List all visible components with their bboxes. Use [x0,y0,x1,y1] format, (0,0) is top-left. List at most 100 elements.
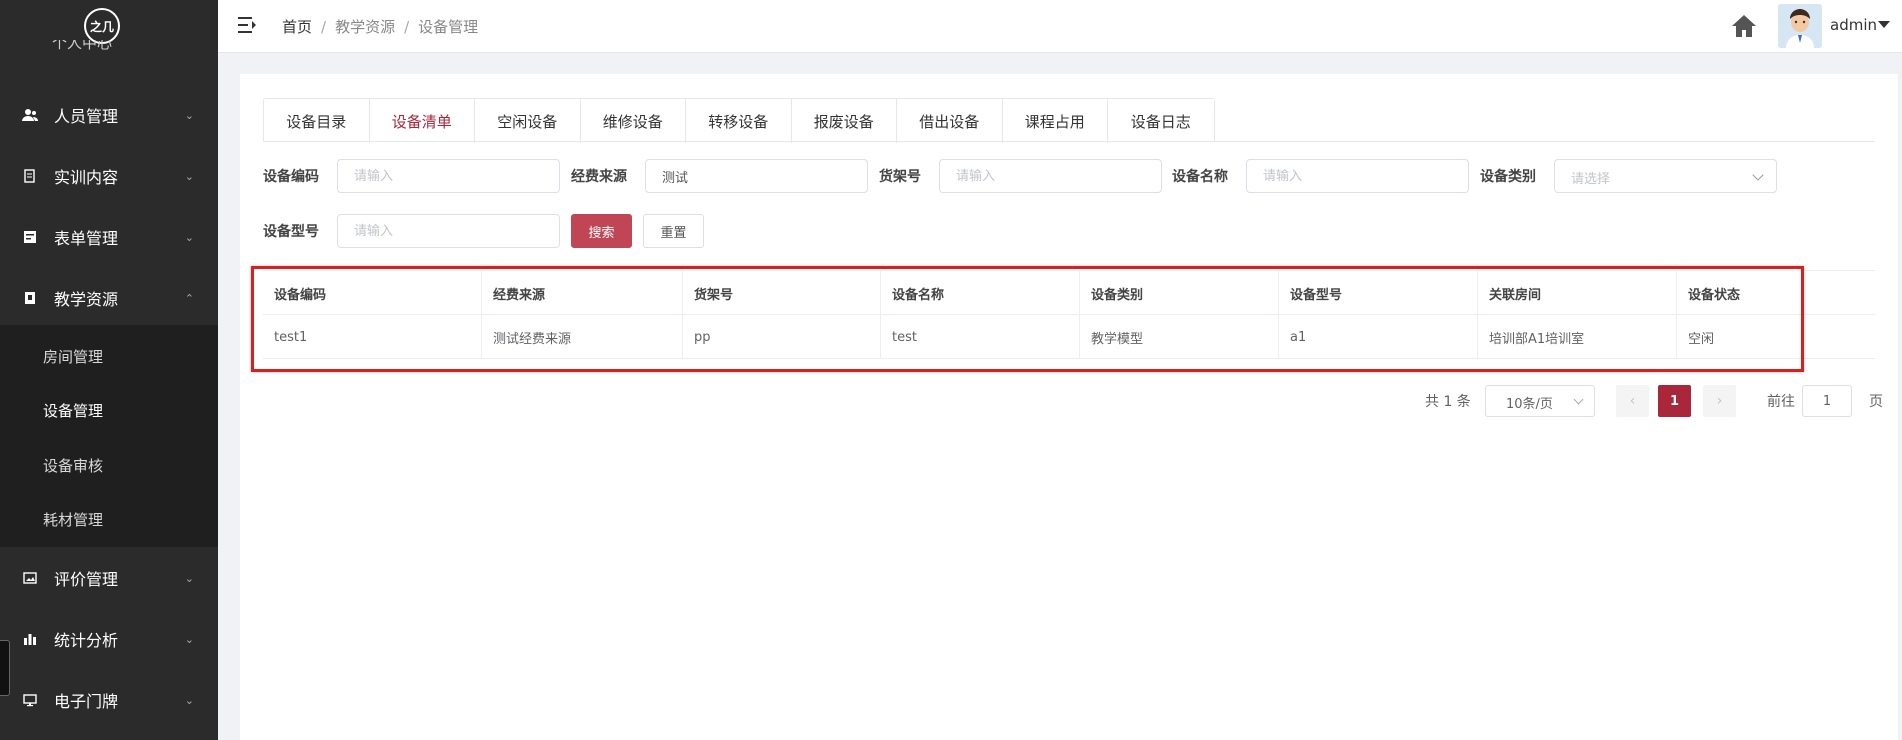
table-cell: 空闲 [1688,331,1715,347]
table-cell: pp [683,315,881,359]
pagination-goto-input[interactable] [1802,385,1852,417]
submenu-item-equipment[interactable]: 设备管理 [0,383,218,437]
clipboard-icon [22,168,38,184]
table-header-cell: 设备编码 [263,271,482,315]
pagination-goto-suffix: 页 [1869,394,1883,410]
sidebar-item-evaluation[interactable]: 评价管理 ⌄ [0,548,218,608]
breadcrumb-separator: / [404,18,410,36]
equipment-tabs: 设备目录 设备清单 空闲设备 维修设备 转移设备 报废设备 借出设备 课程占用 … [263,98,1215,143]
filter-shelf-input[interactable] [939,159,1162,193]
filter-name-input[interactable] [1246,159,1469,193]
filter-model-input[interactable] [337,214,560,248]
monitor-icon [22,692,38,708]
pagination-page-size-select[interactable]: 10条/页 [1485,385,1595,417]
tab-course-occupation[interactable]: 课程占用 [1002,99,1108,143]
image-icon [22,570,38,586]
users-icon [22,107,38,123]
tab-equipment-log[interactable]: 设备日志 [1108,99,1214,143]
breadcrumb-home[interactable]: 首页 [282,18,312,36]
tab-lent-equipment[interactable]: 借出设备 [897,99,1003,143]
pagination-total: 共 1 条 [1425,394,1471,410]
filter-category-select[interactable]: 请选择 [1554,159,1777,193]
tab-repair-equipment[interactable]: 维修设备 [580,99,686,143]
tab-equipment-list[interactable]: 设备清单 [369,99,475,143]
sidebar-item-label: 个人中心 [52,40,113,52]
submenu-item-consumables[interactable]: 耗材管理 [0,492,218,546]
table-cell: 培训部A1培训室 [1478,315,1677,359]
floating-edge-widget[interactable] [0,640,10,696]
chevron-down-icon: ⌄ [184,169,194,183]
page-size-value: 10条/页 [1506,397,1553,412]
filter-code-input[interactable] [337,159,560,193]
tab-equipment-catalog[interactable]: 设备目录 [264,99,370,143]
submenu-item-rooms[interactable]: 房间管理 [0,329,218,383]
top-header: 首页 / 教学资源 / 设备管理 admin [218,0,1902,53]
tabs-divider [263,141,1875,142]
table-cell: a1 [1279,315,1478,359]
sidebar-item-training[interactable]: 实训内容 ⌄ [0,146,218,206]
table-row[interactable]: test1 测试经费来源 pp test 教学模型 a1 培训部A1培训室 空闲 [263,315,1875,359]
sidebar-item-e-doorplate[interactable]: 电子门牌 ⌄ [0,670,218,730]
sidebar-item-label: 统计分析 [54,631,119,650]
filter-fund-input[interactable] [645,159,868,193]
reset-button[interactable]: 重置 [643,214,704,248]
chevron-down-icon: ⌄ [184,108,194,122]
table-header-cell: 关联房间 [1478,271,1677,315]
table-header-cell: 设备类别 [1080,271,1279,315]
sidebar-item-label: 实训内容 [54,168,119,187]
filter-name-label: 设备名称 [1172,169,1228,185]
filter-shelf-label: 货架号 [879,169,921,185]
chevron-down-icon [1752,169,1764,181]
pagination-page-1[interactable]: 1 [1658,385,1691,417]
filter-code-label: 设备编码 [263,169,319,185]
filter-category-label: 设备类别 [1480,169,1536,185]
home-icon[interactable] [1730,12,1758,40]
search-button[interactable]: 搜索 [571,214,632,248]
breadcrumb-teaching-resources[interactable]: 教学资源 [335,18,395,36]
sidebar-item-label: 表单管理 [54,229,119,248]
table-cell: 教学模型 [1080,315,1279,359]
app-logo: 之几 [84,8,120,44]
table-header-cell: 经费来源 [482,271,683,315]
equipment-table: 设备编码 经费来源 货架号 设备名称 设备类别 设备型号 关联房间 设备状态 t… [263,270,1875,359]
table-cell: test1 [263,315,482,359]
menu-toggle-icon[interactable] [238,17,256,33]
sidebar-item-profile-partial[interactable]: 个人中心 [22,40,112,54]
breadcrumb-separator: / [321,18,327,36]
table-cell: 测试经费来源 [482,315,683,359]
caret-down-icon[interactable] [1878,21,1890,28]
tab-idle-equipment[interactable]: 空闲设备 [475,99,581,143]
sidebar: 之几 个人中心 人员管理 ⌄ 实训内容 ⌄ 表单管理 ⌄ 教学资源 ⌃ 房间管理… [0,0,218,740]
filter-model-label: 设备型号 [263,224,319,240]
sidebar-item-label: 评价管理 [54,570,119,589]
pagination-next-button[interactable]: › [1703,385,1736,417]
form-icon [22,229,38,245]
table-header-cell: 货架号 [683,271,881,315]
teaching-resources-submenu: 房间管理 设备管理 设备审核 耗材管理 [0,325,218,547]
chevron-down-icon: ⌄ [184,571,194,585]
sidebar-item-statistics[interactable]: 统计分析 ⌄ [0,609,218,669]
filter-category-placeholder: 请选择 [1571,172,1611,187]
chevron-down-icon: ⌄ [184,230,194,244]
chevron-up-icon: ⌃ [184,291,194,305]
sidebar-item-forms[interactable]: 表单管理 ⌄ [0,207,218,267]
table-cell: test [881,315,1080,359]
chevron-down-icon: ⌄ [184,693,194,707]
breadcrumb-current: 设备管理 [418,18,479,36]
pagination-goto-label: 前往 [1767,394,1795,410]
table-header-cell: 设备名称 [881,271,1080,315]
sidebar-item-users[interactable]: 人员管理 ⌄ [0,85,218,145]
chevron-down-icon: ⌄ [184,632,194,646]
table-header-cell: 设备型号 [1279,271,1478,315]
main-content-card: 设备目录 设备清单 空闲设备 维修设备 转移设备 报废设备 借出设备 课程占用 … [240,74,1898,740]
username[interactable]: admin [1830,16,1877,34]
sidebar-item-label: 教学资源 [54,290,119,309]
tab-transfer-equipment[interactable]: 转移设备 [686,99,792,143]
submenu-item-equipment-review[interactable]: 设备审核 [0,438,218,492]
pagination-prev-button[interactable]: ‹ [1616,385,1649,417]
table-header-cell: 设备状态 [1688,287,1741,303]
avatar[interactable] [1778,4,1822,48]
filter-fund-label: 经费来源 [571,169,627,185]
sidebar-item-teaching-resources[interactable]: 教学资源 ⌃ [0,268,218,328]
tab-scrapped-equipment[interactable]: 报废设备 [791,99,897,143]
